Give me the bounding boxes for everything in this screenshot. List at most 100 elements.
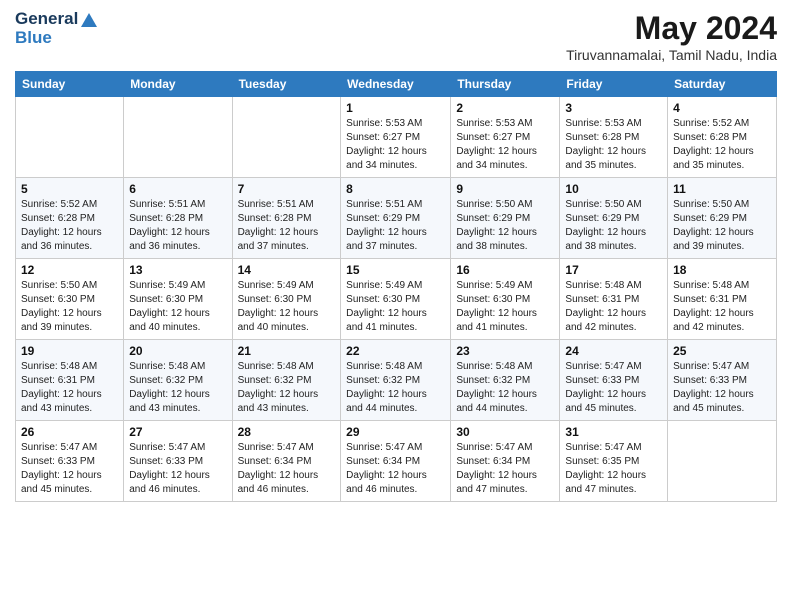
day-info: Sunrise: 5:50 AMSunset: 6:30 PMDaylight:… — [21, 279, 118, 335]
day-number: 19 — [21, 344, 118, 358]
day-number: 14 — [238, 263, 336, 277]
day-number: 21 — [238, 344, 336, 358]
calendar-week-row: 26Sunrise: 5:47 AMSunset: 6:33 PMDayligh… — [16, 421, 777, 502]
calendar-cell — [232, 97, 341, 178]
calendar-cell: 27 Sunrise: 5:47 AMSunset: 6:33 PMDayligh… — [124, 421, 232, 502]
day-info: Sunrise: 5:53 AMSunset: 6:27 PMDaylight:… — [346, 117, 445, 173]
column-header-wednesday: Wednesday — [341, 72, 451, 97]
day-info: Sunrise: 5:48 AMSunset: 6:32 PMDaylight:… — [456, 360, 554, 416]
day-number: 16 — [456, 263, 554, 277]
calendar-cell: 7 Sunrise: 5:51 AMSunset: 6:28 PMDaylight… — [232, 178, 341, 259]
day-number: 7 — [238, 182, 336, 196]
column-header-friday: Friday — [560, 72, 668, 97]
day-info: Sunrise: 5:47 AMSunset: 6:34 PMDaylight:… — [238, 441, 336, 497]
calendar-cell: 23 Sunrise: 5:48 AMSunset: 6:32 PMDayligh… — [451, 340, 560, 421]
calendar-cell: 21Sunrise: 5:48 AMSunset: 6:32 PMDayligh… — [232, 340, 341, 421]
day-info: Sunrise: 5:50 AMSunset: 6:29 PMDaylight:… — [565, 198, 662, 254]
month-year-title: May 2024 — [566, 10, 777, 47]
column-header-monday: Monday — [124, 72, 232, 97]
calendar-cell — [124, 97, 232, 178]
page-header: General Blue May 2024 Tiruvannamalai, Ta… — [15, 10, 777, 63]
day-number: 22 — [346, 344, 445, 358]
title-area: May 2024 Tiruvannamalai, Tamil Nadu, Ind… — [566, 10, 777, 63]
day-info: Sunrise: 5:48 AMSunset: 6:32 PMDaylight:… — [129, 360, 226, 416]
day-info: Sunrise: 5:47 AMSunset: 6:35 PMDaylight:… — [565, 441, 662, 497]
day-number: 3 — [565, 101, 662, 115]
calendar-cell: 13Sunrise: 5:49 AMSunset: 6:30 PMDayligh… — [124, 259, 232, 340]
calendar-cell: 17 Sunrise: 5:48 AMSunset: 6:31 PMDayligh… — [560, 259, 668, 340]
calendar-cell — [16, 97, 124, 178]
day-number: 25 — [673, 344, 771, 358]
day-info: Sunrise: 5:52 AMSunset: 6:28 PMDaylight:… — [21, 198, 118, 254]
calendar-cell: 5 Sunrise: 5:52 AMSunset: 6:28 PMDaylight… — [16, 178, 124, 259]
day-info: Sunrise: 5:53 AMSunset: 6:27 PMDaylight:… — [456, 117, 554, 173]
day-info: Sunrise: 5:47 AMSunset: 6:34 PMDaylight:… — [456, 441, 554, 497]
day-number: 11 — [673, 182, 771, 196]
day-info: Sunrise: 5:53 AMSunset: 6:28 PMDaylight:… — [565, 117, 662, 173]
day-number: 6 — [129, 182, 226, 196]
day-number: 29 — [346, 425, 445, 439]
day-info: Sunrise: 5:51 AMSunset: 6:28 PMDaylight:… — [129, 198, 226, 254]
calendar-cell: 25 Sunrise: 5:47 AMSunset: 6:33 PMDayligh… — [668, 340, 777, 421]
column-header-thursday: Thursday — [451, 72, 560, 97]
calendar-cell: 22 Sunrise: 5:48 AMSunset: 6:32 PMDayligh… — [341, 340, 451, 421]
day-number: 9 — [456, 182, 554, 196]
day-number: 1 — [346, 101, 445, 115]
day-number: 23 — [456, 344, 554, 358]
day-info: Sunrise: 5:51 AMSunset: 6:28 PMDaylight:… — [238, 198, 336, 254]
day-info: Sunrise: 5:52 AMSunset: 6:28 PMDaylight:… — [673, 117, 771, 173]
calendar-cell: 28 Sunrise: 5:47 AMSunset: 6:34 PMDayligh… — [232, 421, 341, 502]
calendar-cell: 4Sunrise: 5:52 AMSunset: 6:28 PMDaylight… — [668, 97, 777, 178]
day-info: Sunrise: 5:47 AMSunset: 6:33 PMDaylight:… — [565, 360, 662, 416]
calendar-week-row: 12 Sunrise: 5:50 AMSunset: 6:30 PMDayligh… — [16, 259, 777, 340]
calendar-cell: 26Sunrise: 5:47 AMSunset: 6:33 PMDayligh… — [16, 421, 124, 502]
day-info: Sunrise: 5:49 AMSunset: 6:30 PMDaylight:… — [346, 279, 445, 335]
day-info: Sunrise: 5:48 AMSunset: 6:31 PMDaylight:… — [565, 279, 662, 335]
column-header-tuesday: Tuesday — [232, 72, 341, 97]
day-info: Sunrise: 5:49 AMSunset: 6:30 PMDaylight:… — [456, 279, 554, 335]
day-number: 27 — [129, 425, 226, 439]
day-number: 13 — [129, 263, 226, 277]
day-number: 20 — [129, 344, 226, 358]
calendar-week-row: 19 Sunrise: 5:48 AMSunset: 6:31 PMDayligh… — [16, 340, 777, 421]
calendar-cell: 2Sunrise: 5:53 AMSunset: 6:27 PMDaylight… — [451, 97, 560, 178]
day-number: 17 — [565, 263, 662, 277]
day-number: 18 — [673, 263, 771, 277]
calendar-cell: 31 Sunrise: 5:47 AMSunset: 6:35 PMDayligh… — [560, 421, 668, 502]
calendar-cell: 18 Sunrise: 5:48 AMSunset: 6:31 PMDayligh… — [668, 259, 777, 340]
day-number: 10 — [565, 182, 662, 196]
day-number: 15 — [346, 263, 445, 277]
day-info: Sunrise: 5:51 AMSunset: 6:29 PMDaylight:… — [346, 198, 445, 254]
calendar-cell: 16 Sunrise: 5:49 AMSunset: 6:30 PMDayligh… — [451, 259, 560, 340]
calendar-cell: 6 Sunrise: 5:51 AMSunset: 6:28 PMDaylight… — [124, 178, 232, 259]
day-info: Sunrise: 5:50 AMSunset: 6:29 PMDaylight:… — [456, 198, 554, 254]
day-info: Sunrise: 5:47 AMSunset: 6:33 PMDaylight:… — [129, 441, 226, 497]
column-header-saturday: Saturday — [668, 72, 777, 97]
day-info: Sunrise: 5:47 AMSunset: 6:33 PMDaylight:… — [21, 441, 118, 497]
calendar-cell: 30Sunrise: 5:47 AMSunset: 6:34 PMDayligh… — [451, 421, 560, 502]
calendar-cell: 11 Sunrise: 5:50 AMSunset: 6:29 PMDayligh… — [668, 178, 777, 259]
day-info: Sunrise: 5:49 AMSunset: 6:30 PMDaylight:… — [238, 279, 336, 335]
day-number: 12 — [21, 263, 118, 277]
calendar-header-row: SundayMondayTuesdayWednesdayThursdayFrid… — [16, 72, 777, 97]
day-number: 5 — [21, 182, 118, 196]
calendar-week-row: 1 Sunrise: 5:53 AMSunset: 6:27 PMDaylight… — [16, 97, 777, 178]
day-info: Sunrise: 5:50 AMSunset: 6:29 PMDaylight:… — [673, 198, 771, 254]
day-info: Sunrise: 5:47 AMSunset: 6:34 PMDaylight:… — [346, 441, 445, 497]
calendar-cell: 14 Sunrise: 5:49 AMSunset: 6:30 PMDayligh… — [232, 259, 341, 340]
day-number: 31 — [565, 425, 662, 439]
calendar-cell: 8 Sunrise: 5:51 AMSunset: 6:29 PMDaylight… — [341, 178, 451, 259]
day-number: 8 — [346, 182, 445, 196]
day-info: Sunrise: 5:48 AMSunset: 6:32 PMDaylight:… — [346, 360, 445, 416]
calendar-table: SundayMondayTuesdayWednesdayThursdayFrid… — [15, 71, 777, 502]
calendar-cell: 3 Sunrise: 5:53 AMSunset: 6:28 PMDaylight… — [560, 97, 668, 178]
day-number: 28 — [238, 425, 336, 439]
day-info: Sunrise: 5:48 AMSunset: 6:31 PMDaylight:… — [21, 360, 118, 416]
day-info: Sunrise: 5:48 AMSunset: 6:31 PMDaylight:… — [673, 279, 771, 335]
day-info: Sunrise: 5:47 AMSunset: 6:33 PMDaylight:… — [673, 360, 771, 416]
calendar-cell: 9 Sunrise: 5:50 AMSunset: 6:29 PMDaylight… — [451, 178, 560, 259]
calendar-cell: 1 Sunrise: 5:53 AMSunset: 6:27 PMDaylight… — [341, 97, 451, 178]
location-label: Tiruvannamalai, Tamil Nadu, India — [566, 47, 777, 63]
calendar-cell: 29 Sunrise: 5:47 AMSunset: 6:34 PMDayligh… — [341, 421, 451, 502]
calendar-cell: 10 Sunrise: 5:50 AMSunset: 6:29 PMDayligh… — [560, 178, 668, 259]
